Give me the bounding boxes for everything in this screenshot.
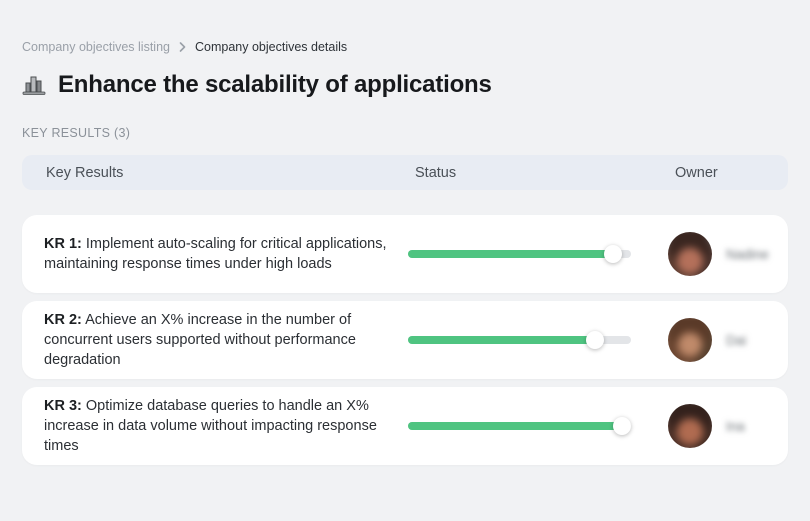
avatar bbox=[668, 232, 712, 276]
progress-slider[interactable] bbox=[408, 331, 631, 349]
table-row[interactable]: KR 1: Implement auto-scaling for critica… bbox=[22, 215, 788, 293]
slider-handle[interactable] bbox=[586, 331, 605, 349]
table-header: Key Results Status Owner bbox=[22, 155, 788, 190]
breadcrumb-item-details: Company objectives details bbox=[195, 40, 348, 54]
column-header-owner: Owner bbox=[675, 164, 718, 181]
status-cell bbox=[408, 331, 658, 349]
kr-description: KR 2: Achieve an X% increase in the numb… bbox=[22, 310, 394, 370]
objective-details-page: Company objectives listing Company objec… bbox=[0, 0, 810, 465]
owner-cell: Nadine bbox=[658, 232, 788, 276]
table-row[interactable]: KR 3: Optimize database queries to handl… bbox=[22, 387, 788, 465]
chevron-right-icon bbox=[179, 42, 186, 52]
slider-fill bbox=[408, 250, 614, 258]
owner-name: Nadine bbox=[726, 246, 769, 262]
slider-handle[interactable] bbox=[604, 245, 623, 263]
kr-label: KR 2: bbox=[44, 312, 82, 328]
key-results-section-label: KEY RESULTS (3) bbox=[22, 126, 131, 140]
kr-label: KR 3: bbox=[44, 398, 82, 414]
page-title: Enhance the scalability of applications bbox=[58, 71, 492, 98]
kr-text: Implement auto-scaling for critical appl… bbox=[44, 236, 387, 272]
slider-handle[interactable] bbox=[613, 417, 632, 435]
owner-name: Ina bbox=[726, 418, 745, 434]
progress-slider[interactable] bbox=[408, 245, 631, 263]
kr-description: KR 1: Implement auto-scaling for critica… bbox=[22, 234, 394, 274]
progress-slider[interactable] bbox=[408, 417, 632, 435]
slider-fill bbox=[408, 422, 623, 430]
breadcrumb-item-listing[interactable]: Company objectives listing bbox=[22, 40, 170, 54]
kr-label: KR 1: bbox=[44, 236, 82, 252]
kr-description: KR 3: Optimize database queries to handl… bbox=[22, 396, 394, 456]
kr-text: Optimize database queries to handle an X… bbox=[44, 398, 377, 454]
building-bar-chart-icon bbox=[22, 73, 48, 97]
slider-fill bbox=[408, 336, 596, 344]
kr-text: Achieve an X% increase in the number of … bbox=[44, 312, 356, 368]
owner-cell: Ina bbox=[658, 404, 788, 448]
key-results-list: KR 1: Implement auto-scaling for critica… bbox=[22, 215, 788, 465]
owner-cell: Dai bbox=[658, 318, 788, 362]
owner-name: Dai bbox=[726, 332, 747, 348]
title-row: Enhance the scalability of applications bbox=[22, 71, 788, 99]
avatar bbox=[668, 404, 712, 448]
status-cell bbox=[408, 417, 658, 435]
avatar bbox=[668, 318, 712, 362]
table-row[interactable]: KR 2: Achieve an X% increase in the numb… bbox=[22, 301, 788, 379]
column-header-status: Status bbox=[415, 164, 457, 181]
status-cell bbox=[408, 245, 658, 263]
column-header-key-results: Key Results bbox=[46, 164, 124, 181]
breadcrumb: Company objectives listing Company objec… bbox=[22, 40, 788, 54]
